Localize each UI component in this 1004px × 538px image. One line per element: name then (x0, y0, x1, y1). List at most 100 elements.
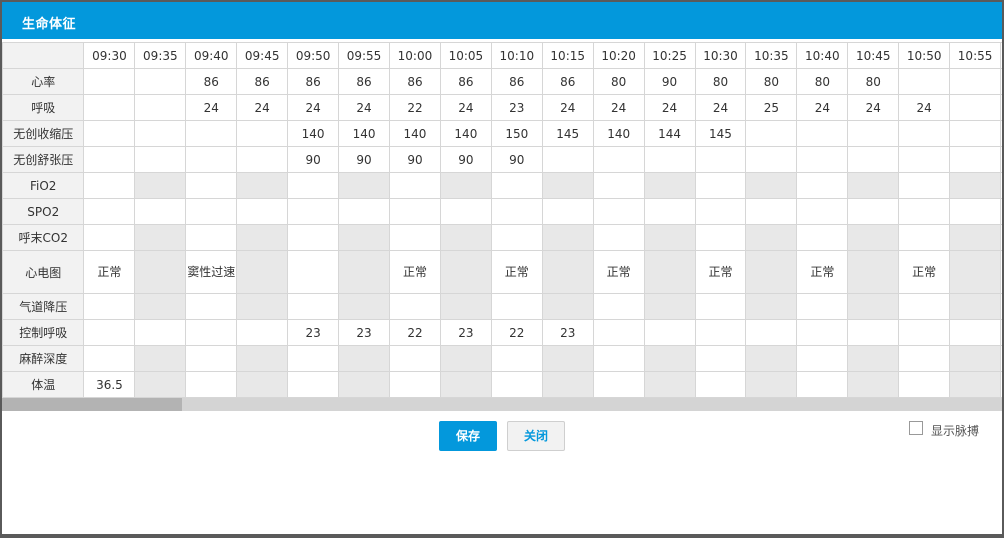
vital-cell[interactable]: 80 (745, 68, 798, 95)
vital-cell[interactable] (694, 293, 747, 320)
vital-cell[interactable] (796, 345, 849, 372)
vital-cell[interactable] (185, 120, 238, 147)
vital-cell[interactable] (745, 371, 798, 398)
vital-cell[interactable] (541, 172, 594, 199)
vital-cell[interactable] (439, 371, 492, 398)
vital-cell[interactable] (490, 345, 543, 372)
vital-cell[interactable] (236, 345, 289, 372)
vital-cell[interactable] (490, 198, 543, 225)
vital-cell[interactable]: 22 (389, 94, 441, 121)
vital-cell[interactable] (83, 224, 136, 251)
vital-cell[interactable]: 140 (287, 120, 340, 147)
vital-cell[interactable] (1000, 293, 1002, 320)
vital-cell[interactable] (439, 172, 492, 199)
vital-cell[interactable] (236, 224, 289, 251)
vital-cell[interactable] (236, 198, 289, 225)
vital-cell[interactable] (541, 146, 594, 173)
vital-cell[interactable] (389, 224, 441, 251)
vital-cell[interactable] (185, 146, 238, 173)
vital-cell[interactable] (83, 120, 136, 147)
vital-cell[interactable] (1000, 94, 1002, 121)
vital-cell[interactable]: 144 (643, 120, 696, 147)
vital-cell[interactable] (389, 371, 441, 398)
vital-cell[interactable] (643, 345, 696, 372)
vital-cell[interactable]: 24 (439, 94, 492, 121)
vital-cell[interactable] (949, 224, 1002, 251)
vital-cell[interactable] (236, 250, 289, 294)
vital-cell[interactable] (541, 224, 594, 251)
vital-cell[interactable] (847, 293, 900, 320)
vital-cell[interactable]: 正常 (694, 250, 747, 294)
vital-cell[interactable] (796, 293, 849, 320)
vital-cell[interactable] (1000, 68, 1002, 95)
vital-cell[interactable] (796, 146, 849, 173)
vital-cell[interactable] (185, 198, 238, 225)
vital-cell[interactable] (236, 293, 289, 320)
vital-cell[interactable] (847, 146, 900, 173)
vital-cell[interactable]: 145 (694, 120, 747, 147)
vital-cell[interactable] (592, 371, 645, 398)
vital-cell[interactable]: 80 (796, 68, 849, 95)
vital-cell[interactable]: 23 (338, 319, 390, 346)
vital-cell[interactable] (949, 120, 1002, 147)
vital-cell[interactable] (134, 371, 187, 398)
vital-cell[interactable] (389, 172, 441, 199)
vital-cell[interactable] (745, 293, 798, 320)
vital-cell[interactable]: 80 (847, 68, 900, 95)
vital-cell[interactable]: 86 (541, 68, 594, 95)
vital-cell[interactable] (847, 345, 900, 372)
vital-cell[interactable] (643, 224, 696, 251)
vital-cell[interactable]: 86 (389, 68, 441, 95)
vital-cell[interactable] (592, 293, 645, 320)
vital-cell[interactable] (236, 319, 289, 346)
vital-cell[interactable] (134, 319, 187, 346)
vital-cell[interactable] (1000, 198, 1002, 225)
vital-cell[interactable] (185, 371, 238, 398)
vital-cell[interactable] (643, 250, 696, 294)
vital-cell[interactable] (643, 172, 696, 199)
vital-cell[interactable] (338, 345, 390, 372)
vital-cell[interactable]: 90 (389, 146, 441, 173)
vital-cell[interactable] (134, 172, 187, 199)
vital-cell[interactable] (694, 172, 747, 199)
vital-cell[interactable] (236, 371, 289, 398)
vital-cell[interactable] (847, 250, 900, 294)
close-button[interactable]: 关闭 (507, 421, 565, 451)
vital-cell[interactable] (694, 371, 747, 398)
vital-cell[interactable] (338, 198, 390, 225)
vital-cell[interactable] (236, 172, 289, 199)
vital-cell[interactable] (541, 293, 594, 320)
vital-cell[interactable] (847, 224, 900, 251)
vital-cell[interactable] (338, 172, 390, 199)
vital-cell[interactable] (745, 120, 798, 147)
vital-cell[interactable] (83, 146, 136, 173)
vital-cell[interactable] (796, 371, 849, 398)
vital-cell[interactable] (1000, 120, 1002, 147)
vital-cell[interactable] (287, 293, 340, 320)
vital-cell[interactable] (847, 198, 900, 225)
vital-cell[interactable] (83, 172, 136, 199)
vital-cell[interactable]: 145 (541, 120, 594, 147)
vital-cell[interactable] (83, 319, 136, 346)
vital-cell[interactable] (83, 198, 136, 225)
vital-cell[interactable] (949, 319, 1002, 346)
vital-cell[interactable] (134, 94, 187, 121)
vital-cell[interactable] (1000, 319, 1002, 346)
vital-cell[interactable]: 86 (236, 68, 289, 95)
vital-cell[interactable] (83, 345, 136, 372)
vital-cell[interactable]: 90 (643, 68, 696, 95)
vital-cell[interactable] (592, 224, 645, 251)
vital-cell[interactable] (134, 146, 187, 173)
vital-cell[interactable] (949, 371, 1002, 398)
vital-cell[interactable] (898, 371, 951, 398)
vital-cell[interactable] (389, 198, 441, 225)
vital-cell[interactable] (338, 371, 390, 398)
vital-cell[interactable] (287, 250, 340, 294)
vital-cell[interactable] (287, 224, 340, 251)
vital-cell[interactable] (643, 293, 696, 320)
vital-cell[interactable] (389, 293, 441, 320)
vital-cell[interactable]: 25 (745, 94, 798, 121)
vital-cell[interactable] (796, 319, 849, 346)
vital-cell[interactable] (134, 224, 187, 251)
vital-cell[interactable]: 正常 (796, 250, 849, 294)
